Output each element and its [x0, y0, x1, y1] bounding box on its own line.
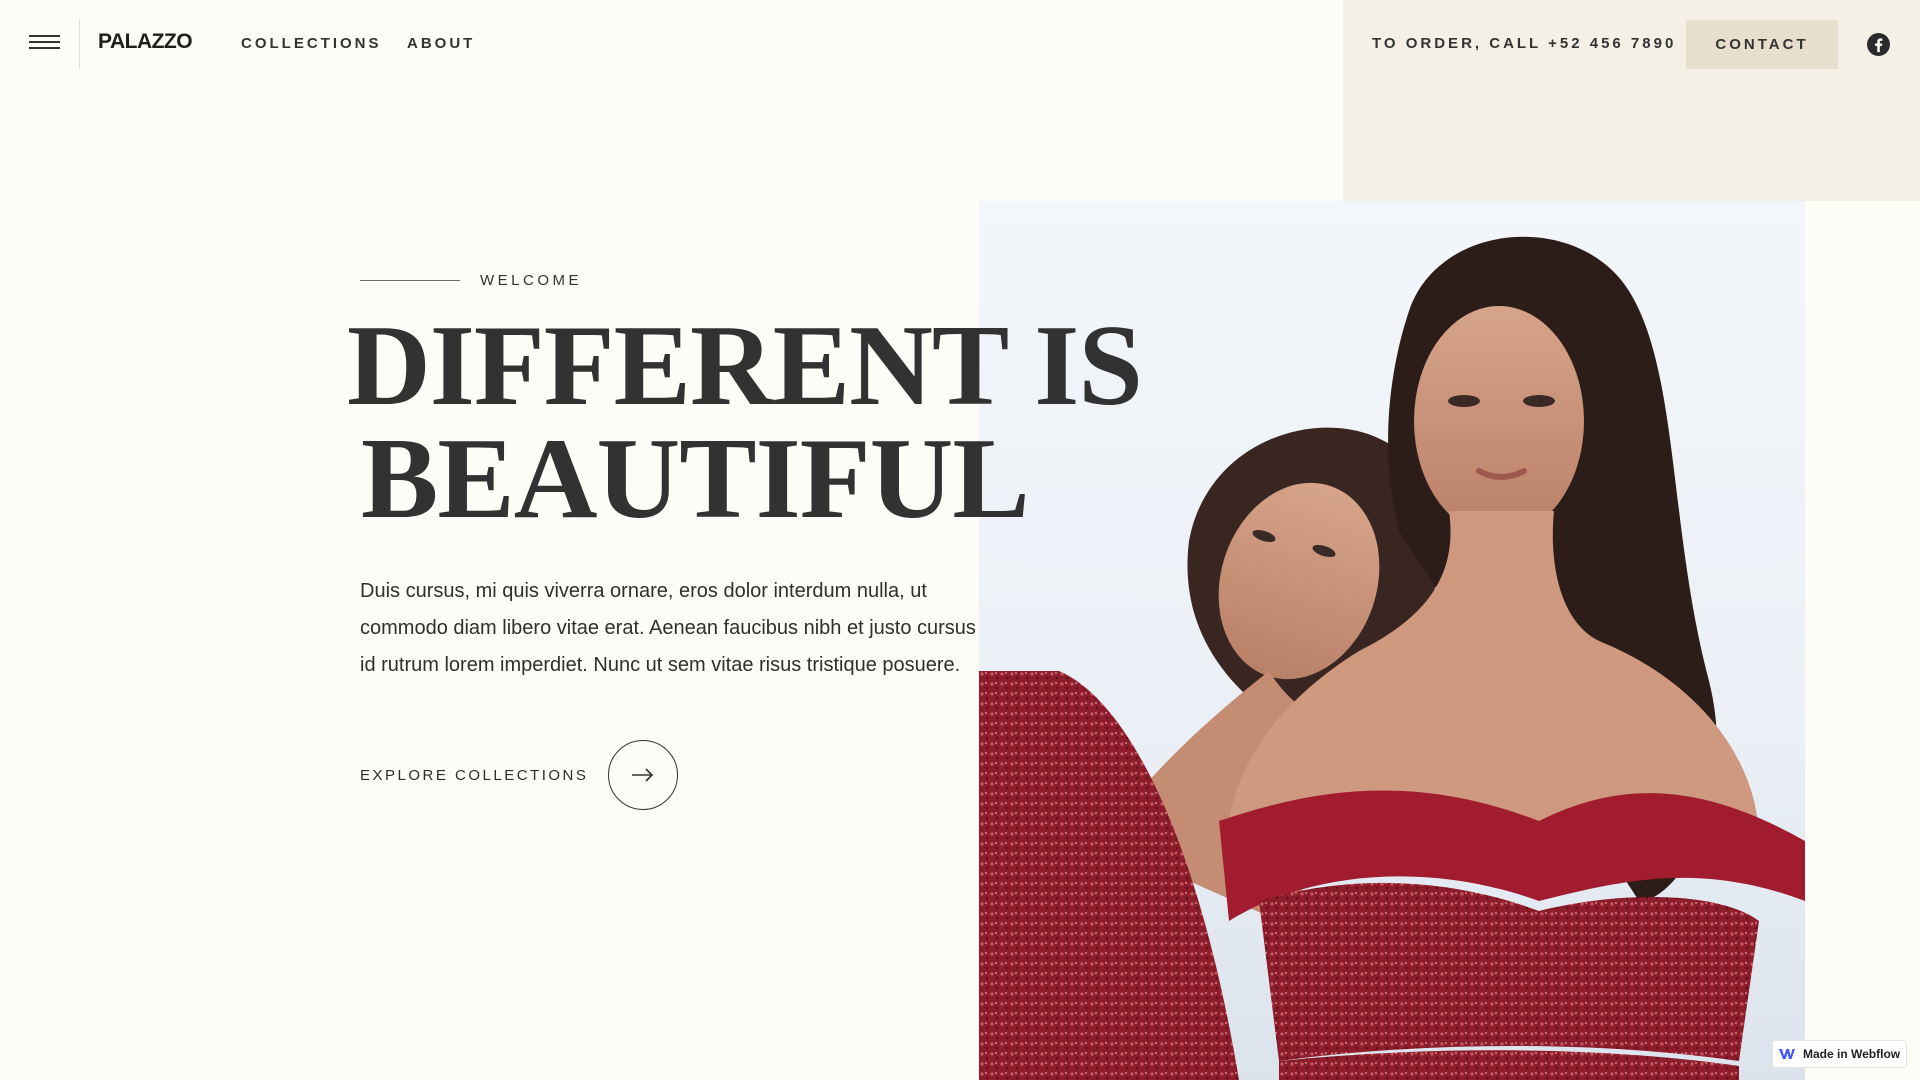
nav-link-collections[interactable]: COLLECTIONS — [241, 35, 382, 52]
facebook-icon[interactable] — [1867, 33, 1890, 56]
header-divider — [79, 20, 80, 68]
arrow-right-icon — [632, 768, 654, 782]
arrow-circle-button[interactable] — [608, 740, 679, 810]
webflow-logo-icon — [1779, 1049, 1795, 1059]
order-phone[interactable]: TO ORDER, CALL +52 456 7890 — [1372, 35, 1676, 52]
hero-title-line-2: BEAUTIFUL — [361, 415, 1030, 543]
site-logo[interactable]: PALAZZO — [98, 30, 193, 54]
welcome-line — [360, 280, 460, 281]
explore-collections-label: EXPLORE COLLECTIONS — [360, 766, 589, 784]
contact-button[interactable]: CONTACT — [1686, 20, 1838, 69]
explore-collections-link[interactable]: EXPLORE COLLECTIONS — [360, 740, 679, 810]
hamburger-menu-icon[interactable] — [29, 35, 60, 53]
welcome-eyebrow: WELCOME — [480, 272, 583, 289]
hero-title-line-1: DIFFERENT IS — [347, 302, 1143, 430]
hero-description: Duis cursus, mi quis viverra ornare, ero… — [360, 580, 976, 676]
made-in-webflow-label: Made in Webflow — [1803, 1047, 1901, 1061]
hero-title: DIFFERENT IS BEAUTIFUL — [347, 302, 1143, 543]
nav-link-about[interactable]: ABOUT — [407, 35, 475, 52]
site-header: PALAZZO COLLECTIONS ABOUT TO ORDER, CALL… — [0, 0, 1920, 88]
made-in-webflow-badge[interactable]: Made in Webflow — [1772, 1040, 1907, 1068]
